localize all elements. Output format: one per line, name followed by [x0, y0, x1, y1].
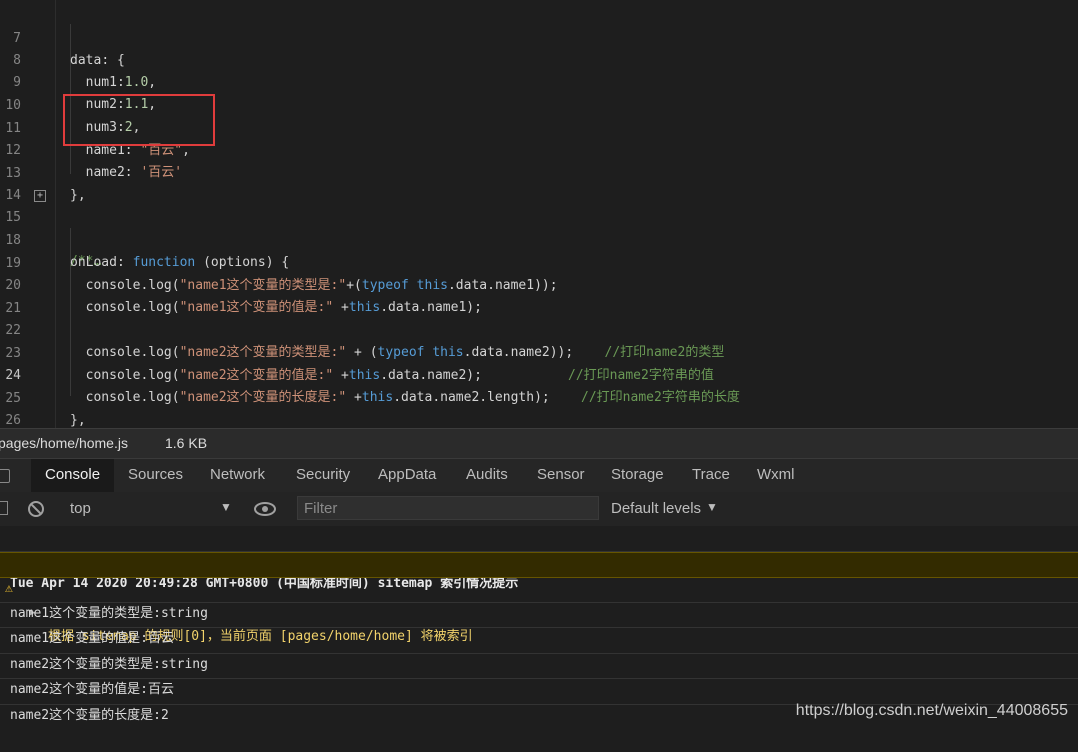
- tab-wxml[interactable]: Wxml: [743, 459, 809, 493]
- code-line: 19 console.log("name1这个变量的类型是:"+(typeof …: [0, 231, 1078, 293]
- eye-icon[interactable]: [254, 501, 276, 517]
- console-log-row: name1这个变量的类型是:string: [0, 578, 1078, 621]
- file-size: 1.6 KB: [165, 435, 208, 451]
- console-log-row: name2这个变量的值是:百云: [0, 654, 1078, 697]
- watermark-url: https://blog.csdn.net/weixin_44008655: [795, 702, 1068, 719]
- console-log-row: name2这个变量的类型是:string: [0, 629, 1078, 672]
- code-line: 20 console.log("name1这个变量的值是:" +this.dat…: [0, 253, 1078, 315]
- sidebar-toggle-icon[interactable]: [0, 501, 8, 515]
- devtools-tab-bar: Console Sources Network Security AppData…: [0, 458, 1078, 495]
- console-output: ▼ Tue Apr 14 2020 20:49:28 GMT+0800 (中国标…: [0, 526, 1078, 730]
- context-dropdown-icon[interactable]: ▼: [220, 500, 232, 514]
- filter-input[interactable]: [297, 496, 599, 520]
- tab-sensor[interactable]: Sensor: [523, 459, 599, 493]
- console-group-header[interactable]: ▼ Tue Apr 14 2020 20:49:28 GMT+0800 (中国标…: [0, 529, 1078, 591]
- file-path: pages/home/home.js: [0, 435, 128, 451]
- tab-security[interactable]: Security: [282, 459, 364, 493]
- code-line: 23 console.log("name2这个变量的值是:" +this.dat…: [0, 321, 1078, 383]
- console-toolbar: top ▼ Default levels ▼: [0, 492, 1078, 527]
- tab-network[interactable]: Network: [196, 459, 279, 493]
- log-levels-dropdown[interactable]: Default levels: [611, 500, 701, 517]
- code-line: 26: [0, 388, 1078, 428]
- tab-sources[interactable]: Sources: [114, 459, 197, 493]
- tab-appdata[interactable]: AppData: [364, 459, 450, 493]
- code-line: 8 num1:1.0,: [0, 28, 1078, 90]
- code-line: 10 num3:2,: [0, 73, 1078, 135]
- code-line: 13 },: [0, 141, 1078, 203]
- code-line: 24 console.log("name2这个变量的长度是:" +this.da…: [0, 343, 1078, 405]
- code-line: 9 num2:1.1,: [0, 50, 1078, 112]
- code-line: 25 },: [0, 366, 1078, 428]
- inspect-element-icon[interactable]: [0, 469, 10, 483]
- console-warning-row[interactable]: ⚠ ▶ 根据 sitemap 的规则[0]，当前页面 [pages/home/h…: [0, 552, 1078, 644]
- code-line: 15 + /**…: [0, 185, 1078, 269]
- code-editor[interactable]: 7 data: { 8 num1:1.0, 9 num2:1.1, 10 num…: [0, 0, 1078, 428]
- code-line: 18 onLoad: function (options) {: [0, 208, 1078, 270]
- log-text: name2这个变量的长度是:2: [10, 708, 169, 723]
- fold-expand-icon[interactable]: +: [34, 190, 46, 202]
- code-line: 7 data: {: [0, 6, 1078, 68]
- tab-trace[interactable]: Trace: [678, 459, 744, 493]
- clear-console-icon[interactable]: [27, 500, 45, 518]
- highlight-box: [63, 94, 215, 146]
- tab-storage[interactable]: Storage: [597, 459, 678, 493]
- code-line: 27 /*: [0, 411, 1078, 428]
- console-log-row: name1这个变量的值是:百云: [0, 603, 1078, 646]
- code-line: 14: [0, 163, 1078, 203]
- file-status-bar: pages/home/home.js 1.6 KB: [0, 428, 1078, 459]
- context-selector[interactable]: top: [70, 500, 91, 517]
- code-line: 21: [0, 276, 1078, 316]
- tab-audits[interactable]: Audits: [452, 459, 522, 493]
- levels-dropdown-icon[interactable]: ▼: [706, 500, 718, 514]
- code-line: 22 console.log("name2这个变量的类型是:" + (typeo…: [0, 298, 1078, 360]
- tab-console[interactable]: Console: [31, 459, 115, 495]
